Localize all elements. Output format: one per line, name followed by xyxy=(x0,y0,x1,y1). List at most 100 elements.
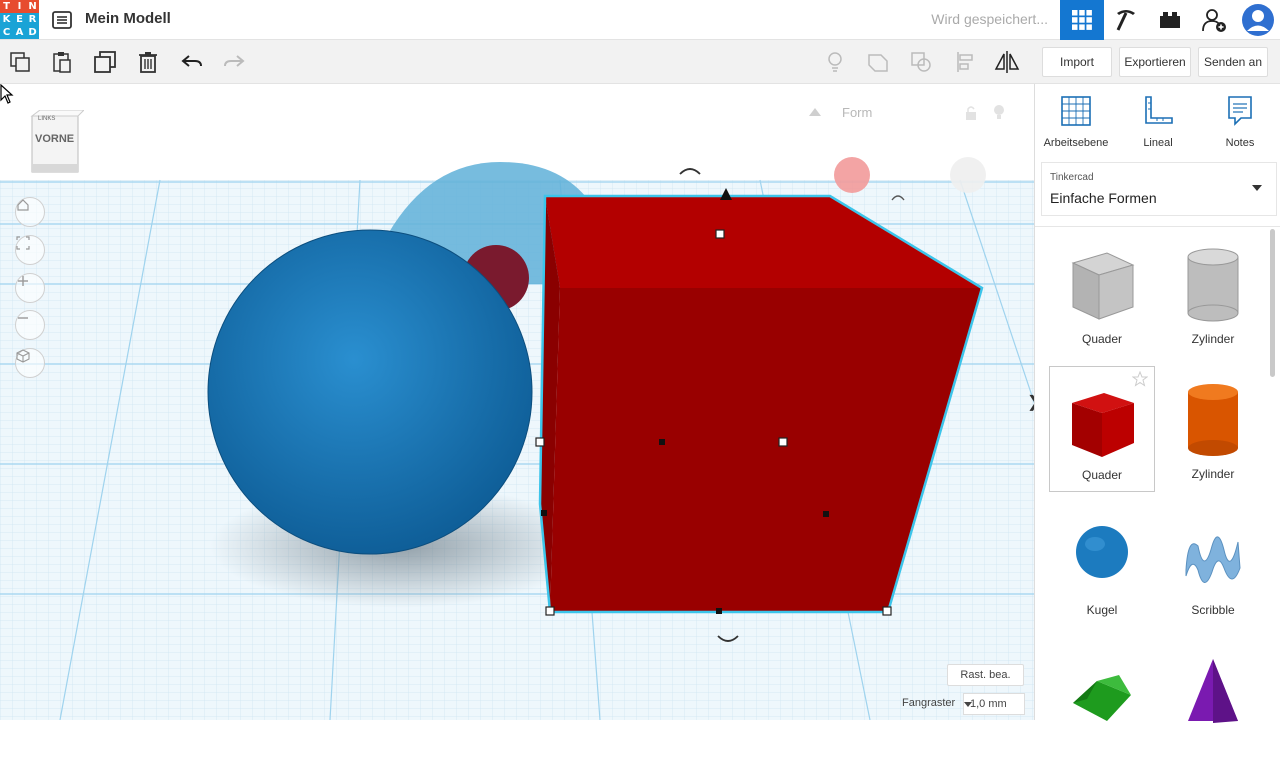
shape-panel[interactable]: Form xyxy=(800,96,1034,130)
grid-view-button[interactable] xyxy=(1060,0,1104,40)
shape-sphere[interactable]: Kugel xyxy=(1049,502,1155,628)
logo-letter: N xyxy=(26,0,39,13)
align-icon xyxy=(957,52,973,72)
duplicate-button[interactable] xyxy=(91,48,119,76)
home-view-button[interactable] xyxy=(15,197,45,227)
mouse-cursor-icon xyxy=(0,84,14,104)
shape-cylinder[interactable]: Zylinder xyxy=(1160,366,1266,492)
notes-tool[interactable]: Notes xyxy=(1200,94,1280,149)
library-provider: Tinkercad xyxy=(1050,172,1094,183)
zoom-out-icon xyxy=(18,317,28,319)
snap-grid-select[interactable]: 1,0 mm xyxy=(963,693,1025,715)
view-cube-label: VORNE xyxy=(35,133,75,145)
right-sidebar: Arbeitsebene Lineal Notes Tinkercad Einf… xyxy=(1034,84,1280,723)
ruler-tool[interactable]: Lineal xyxy=(1118,94,1198,149)
shape-roof[interactable] xyxy=(1049,637,1155,763)
logo-letter: R xyxy=(26,13,39,26)
shape-cylinder-hole[interactable]: Zylinder xyxy=(1160,231,1266,357)
project-title[interactable]: Mein Modell xyxy=(85,10,171,27)
logo-letter: T xyxy=(0,0,13,13)
minecraft-button[interactable] xyxy=(1104,0,1148,40)
box-icon xyxy=(1072,393,1134,457)
notes-icon xyxy=(1228,96,1252,126)
ruler-label: Lineal xyxy=(1143,137,1173,149)
tinkercad-logo[interactable]: T I N K E R C A D xyxy=(0,0,40,40)
delete-icon xyxy=(139,52,157,73)
zoom-in-icon xyxy=(18,276,28,286)
ortho-view-button[interactable] xyxy=(15,348,45,378)
light-icon xyxy=(828,52,842,72)
bricks-icon xyxy=(1160,12,1180,28)
top-bar: T I N K E R C A D Mein Modell Wird gespe… xyxy=(0,0,1280,40)
duplicate-icon xyxy=(94,51,116,73)
chevron-down-icon xyxy=(1252,185,1262,191)
shape-label: Quader xyxy=(1081,332,1123,346)
shape-gallery-scrollbar[interactable] xyxy=(1270,229,1275,377)
resize-handle[interactable] xyxy=(545,606,555,616)
3d-viewport[interactable]: LINKS VORNE Form Rast. bea. Fangraster 1… xyxy=(0,84,1034,720)
align-button[interactable] xyxy=(952,48,980,76)
shape-cone[interactable] xyxy=(1160,637,1266,763)
import-button[interactable]: Import xyxy=(1042,47,1112,77)
roof-icon xyxy=(1073,675,1131,721)
zoom-out-button[interactable] xyxy=(15,310,45,340)
mirror-icon xyxy=(994,51,1020,73)
blue-sphere[interactable] xyxy=(207,229,533,555)
dropdown-caret-icon xyxy=(964,702,972,707)
pickaxe-icon xyxy=(1116,10,1135,31)
hole-swatch[interactable] xyxy=(950,157,986,193)
delete-button[interactable] xyxy=(134,48,162,76)
color-swatch[interactable] xyxy=(834,157,870,193)
ruler-icon xyxy=(1145,96,1173,124)
shape-panel-label: Form xyxy=(842,105,873,120)
workplane-tool[interactable]: Arbeitsebene xyxy=(1036,94,1116,149)
notes-label: Notes xyxy=(1225,137,1255,149)
bricks-button[interactable] xyxy=(1148,0,1192,40)
resize-handle[interactable] xyxy=(882,606,892,616)
lock-icon[interactable] xyxy=(964,104,978,122)
mirror-button[interactable] xyxy=(993,48,1021,76)
copy-icon xyxy=(10,52,30,72)
collapse-up-icon[interactable] xyxy=(808,107,822,117)
user-avatar-button[interactable] xyxy=(1236,0,1280,40)
paste-button[interactable] xyxy=(48,48,76,76)
redo-button[interactable] xyxy=(220,48,248,76)
shape-scribble[interactable]: Scribble xyxy=(1160,502,1266,628)
ungroup-icon xyxy=(911,52,931,72)
paste-icon xyxy=(53,52,71,73)
logo-letter: A xyxy=(13,26,26,39)
ungroup-button[interactable] xyxy=(907,48,935,76)
shape-label: Zylinder xyxy=(1191,332,1235,346)
light-bulb-icon[interactable] xyxy=(992,103,1006,121)
cone-icon xyxy=(1188,659,1238,723)
rotate-handle-top[interactable] xyxy=(679,168,701,175)
fit-view-button[interactable] xyxy=(15,235,45,265)
menu-list-icon[interactable] xyxy=(50,8,74,32)
invite-button[interactable] xyxy=(1192,0,1236,40)
fit-icon xyxy=(16,236,30,250)
copy-button[interactable] xyxy=(6,48,34,76)
shape-library-select[interactable]: Tinkercad Einfache Formen xyxy=(1041,162,1277,216)
shape-gallery: Quader Zylinder Quader Zylinder Kugel Sc… xyxy=(1035,226,1280,723)
edit-grid-button[interactable]: Rast. bea. xyxy=(947,664,1024,686)
resize-handle[interactable] xyxy=(715,229,725,239)
workplane-label: Arbeitsebene xyxy=(1043,137,1109,149)
shape-box[interactable]: Quader xyxy=(1049,366,1155,492)
zoom-in-button[interactable] xyxy=(15,273,45,303)
shape-box-hole[interactable]: Quader xyxy=(1049,231,1155,357)
light-button[interactable] xyxy=(821,48,849,76)
library-name: Einfache Formen xyxy=(1050,190,1157,206)
favorite-star-icon[interactable] xyxy=(1132,371,1148,387)
resize-handle[interactable] xyxy=(778,437,788,447)
save-status: Wird gespeichert... xyxy=(931,11,1048,27)
scene-canvas[interactable] xyxy=(0,84,1034,720)
resize-handle[interactable] xyxy=(535,437,545,447)
undo-button[interactable] xyxy=(178,48,206,76)
cylinder-icon xyxy=(1188,384,1238,456)
export-button[interactable]: Exportieren xyxy=(1119,47,1191,77)
send-button[interactable]: Senden an xyxy=(1198,47,1268,77)
group-button[interactable] xyxy=(864,48,892,76)
box-hole-icon xyxy=(1071,252,1135,320)
view-cube[interactable]: LINKS VORNE xyxy=(26,110,84,176)
ortho-icon xyxy=(16,349,30,363)
